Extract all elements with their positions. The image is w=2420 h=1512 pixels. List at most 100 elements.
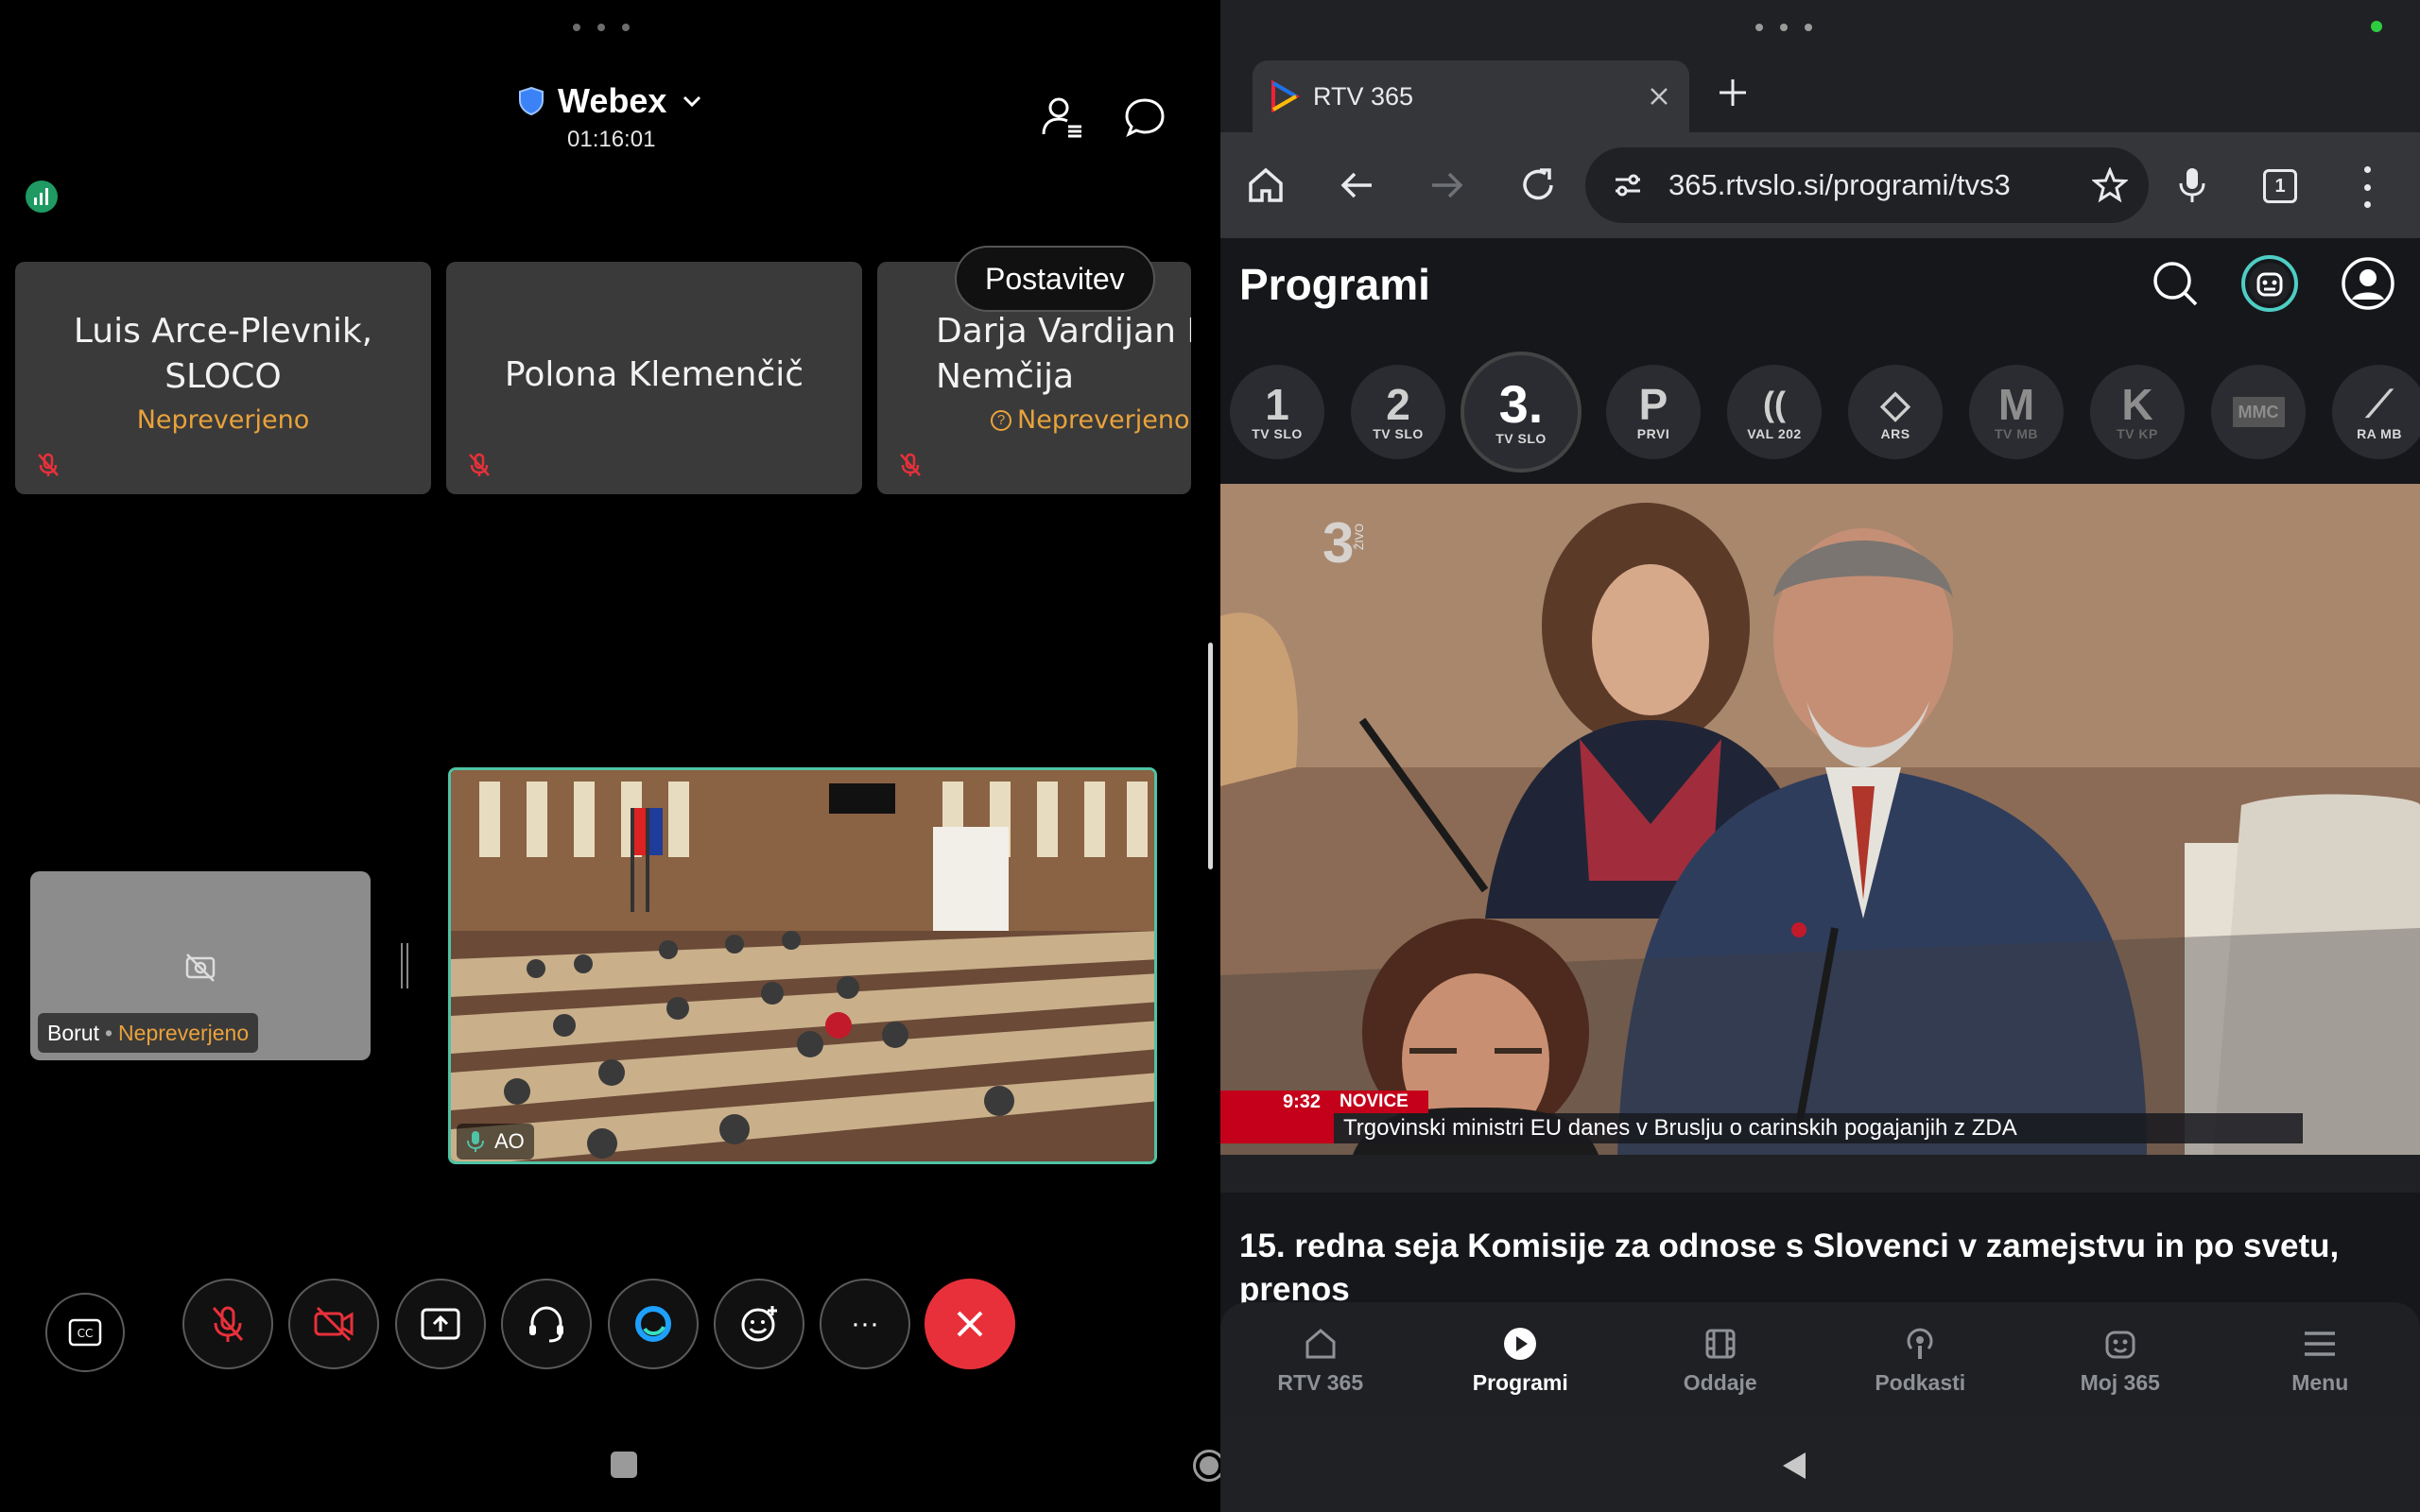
channel-carousel: 1 TV SLO 2 TV SLO 3. TV SLO P PRVI ((VAL 202… (1230, 346, 2420, 478)
share-button[interactable] (395, 1279, 486, 1369)
leave-meeting-button[interactable] (925, 1279, 1015, 1369)
search-icon[interactable] (2149, 257, 2202, 310)
app-name: Webex (558, 81, 667, 120)
more-button[interactable]: ··· (820, 1279, 910, 1369)
channel-tv-mb[interactable]: M TV MB (1969, 365, 2064, 459)
mute-button[interactable] (182, 1279, 273, 1369)
overflow-menu-icon[interactable] (2360, 166, 2374, 208)
participant-name: Polona Klemenčič (504, 355, 804, 394)
url-text[interactable]: 365.rtvslo.si/programi/tvs3 (1668, 168, 2092, 202)
site-settings-icon[interactable] (1612, 169, 1644, 201)
microphone-icon (2179, 168, 2205, 202)
meeting-title[interactable]: Webex (518, 81, 704, 121)
captions-button[interactable]: CC (45, 1293, 125, 1372)
browser-tab[interactable]: RTV 365 (1253, 60, 1689, 132)
self-name: Borut (47, 1020, 99, 1045)
shield-icon (519, 86, 544, 116)
podcast-icon (1907, 1328, 1933, 1359)
channel-tv-slo-3-active[interactable]: 3. TV SLO (1461, 352, 1582, 472)
mic-muted-icon (212, 1306, 244, 1342)
broadcast-frame-image (1220, 484, 2420, 1155)
back-icon[interactable] (1779, 1450, 1809, 1482)
self-view[interactable]: Borut • Nepreverjeno (30, 871, 371, 1060)
forward-button[interactable] (1419, 157, 1476, 214)
participant-status: Nepreverjeno (136, 405, 310, 435)
home-icon (1249, 167, 1283, 202)
video-button[interactable] (288, 1279, 379, 1369)
account-icon[interactable] (2340, 255, 2396, 312)
closed-captions-icon: CC (68, 1318, 102, 1347)
chat-icon[interactable] (1123, 96, 1167, 140)
rtv-favicon-icon (1271, 80, 1300, 112)
nav-menu[interactable]: Menu (2221, 1325, 2418, 1396)
back-button[interactable] (1328, 157, 1385, 214)
active-speaker-video[interactable]: AO (448, 767, 1157, 1164)
smiley-icon (2105, 1331, 2135, 1358)
kids-mode-icon[interactable] (2239, 253, 2300, 314)
resize-handle[interactable] (401, 943, 408, 988)
chevron-down-icon[interactable] (680, 89, 704, 113)
reactions-button[interactable] (714, 1279, 804, 1369)
reload-button[interactable] (1510, 157, 1566, 214)
live-badge: ŽIVO (1353, 524, 1366, 551)
window-drag-handle[interactable] (1755, 21, 1812, 34)
arrow-right-icon (1432, 172, 1463, 198)
participant-status-row: ? Nepreverjeno (991, 405, 1190, 435)
channel-tv-slo-2[interactable]: 2 TV SLO (1351, 365, 1445, 459)
participant-name: Darja Vardijan Bra Nemčija (936, 312, 1191, 396)
video-off-icon (314, 1306, 354, 1342)
window-drag-handle[interactable] (573, 21, 630, 34)
emoji-icon (741, 1306, 777, 1342)
nav-programi[interactable]: Programi (1422, 1325, 1618, 1396)
privacy-indicator (2371, 21, 2382, 32)
question-icon: ? (991, 409, 1011, 431)
mic-muted-icon (900, 453, 921, 476)
self-view-label: Borut • Nepreverjeno (38, 1013, 259, 1053)
webex-ai-icon (635, 1306, 671, 1342)
participant-name: Luis Arce-Plevnik, SLOCO (73, 312, 373, 396)
headset-icon (529, 1306, 563, 1343)
nav-rtv-365[interactable]: RTV 365 (1222, 1325, 1419, 1396)
channel-mmc[interactable]: MMC (2211, 365, 2306, 459)
bookmark-star-icon[interactable] (2092, 167, 2128, 203)
tab-title: RTV 365 (1313, 81, 1414, 111)
participant-tile[interactable]: Luis Arce-Plevnik, SLOCO Nepreverjeno (15, 262, 431, 494)
video-player[interactable]: 3 ŽIVO 9:32 NOVICE Trgovinski ministri E… (1220, 484, 2420, 1155)
mic-muted-icon (469, 453, 490, 476)
nav-podkasti[interactable]: Podkasti (1822, 1325, 2018, 1396)
channel-val-202[interactable]: ((VAL 202 (1727, 365, 1822, 459)
participant-tile[interactable]: Polona Klemenčič (446, 262, 862, 494)
webex-ai-button[interactable] (608, 1279, 699, 1369)
participant-status: Nepreverjeno (1017, 405, 1190, 435)
nav-oddaje[interactable]: Oddaje (1622, 1325, 1819, 1396)
play-icon (1504, 1327, 1537, 1360)
new-tab-icon[interactable] (1716, 76, 1750, 110)
camera-off-icon (185, 954, 216, 982)
mic-active-icon (467, 1131, 484, 1152)
share-screen-icon (421, 1308, 460, 1340)
channel-tv-slo-1[interactable]: 1 TV SLO (1230, 365, 1324, 459)
home-icon (1305, 1328, 1336, 1358)
layout-tooltip[interactable]: Postavitev (955, 246, 1155, 312)
news-ticker: 9:32 NOVICE Trgovinski ministri EU danes… (1220, 1091, 2303, 1143)
audio-button[interactable] (501, 1279, 592, 1369)
voice-search-button[interactable] (2164, 157, 2221, 214)
recents-icon[interactable] (611, 1452, 637, 1478)
webex-window: Webex 01:16:01 Luis Arce-Plevnik, SLOCO … (0, 0, 1210, 1418)
channel-tv-kp[interactable]: K TV KP (2090, 365, 2185, 459)
close-tab-icon[interactable] (1648, 85, 1670, 108)
nav-moj-365[interactable]: Moj 365 (2022, 1325, 2219, 1396)
arrow-left-icon (1340, 172, 1372, 198)
network-quality-icon[interactable] (25, 180, 59, 214)
ticker-time: 9:32 (1220, 1091, 1334, 1113)
channel-ra-mb[interactable]: ⟋ RA MB (2332, 365, 2420, 459)
system-navigation-bar (0, 1418, 2420, 1512)
channel-ars[interactable]: ◇ ARS (1848, 365, 1943, 459)
channel-prvi[interactable]: P PRVI (1606, 365, 1701, 459)
address-bar[interactable]: 365.rtvslo.si/programi/tvs3 (1585, 147, 2149, 223)
mic-muted-icon (38, 453, 59, 476)
split-screen-divider[interactable] (1208, 643, 1213, 869)
tab-switcher-button[interactable]: 1 (2263, 169, 2297, 203)
home-button[interactable] (1237, 157, 1294, 214)
participants-icon[interactable] (1040, 94, 1085, 140)
